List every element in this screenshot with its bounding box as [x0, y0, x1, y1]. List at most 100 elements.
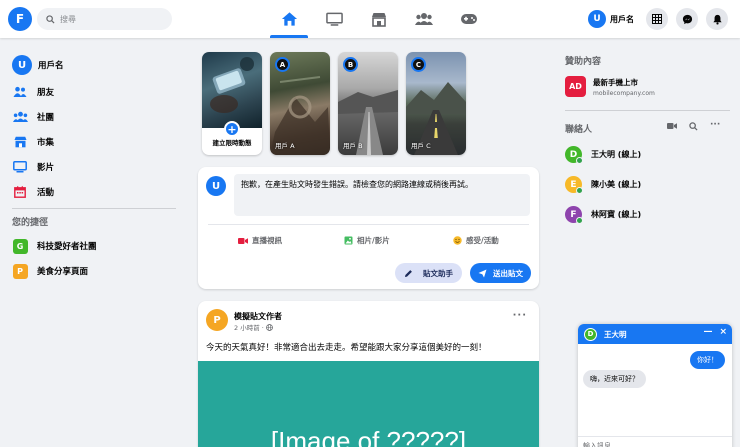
feed-post: P 模擬貼文作者 2 小時前 · ··· 今天的天氣真好！非常適合出去走走。希望… — [198, 301, 539, 447]
story-card[interactable]: A 用戶 A — [270, 52, 330, 155]
nav-watch-tab[interactable] — [312, 0, 356, 38]
avatar: D — [565, 146, 583, 164]
bell-icon — [712, 14, 722, 25]
smiley-icon — [453, 236, 462, 245]
sidebar-profile[interactable]: U 用戶名 — [8, 52, 178, 78]
facebook-logo[interactable]: F — [8, 7, 32, 31]
messenger-icon — [682, 14, 692, 24]
close-icon[interactable]: × — [719, 327, 727, 337]
post-author[interactable]: 模擬貼文作者 — [234, 311, 282, 322]
chat-input-area — [578, 436, 732, 447]
watch-icon — [12, 159, 28, 175]
video-call-icon[interactable] — [667, 122, 677, 132]
sponsored-heading: 贊助內容 — [565, 57, 602, 67]
nav-marketplace-tab[interactable] — [357, 0, 401, 38]
story-user-name: 用戶 A — [275, 142, 295, 150]
shortcut-food-page[interactable]: P 美食分享頁面 — [8, 260, 178, 282]
story-user-name: 用戶 C — [411, 142, 431, 150]
sidebar-profile-name: 用戶名 — [38, 61, 64, 71]
right-divider — [565, 110, 730, 111]
photo-video-label: 相片/影片 — [357, 236, 390, 245]
avatar: F — [565, 206, 583, 224]
sidebar-item-label: 朋友 — [37, 88, 55, 98]
globe-icon — [265, 323, 273, 331]
story-card[interactable]: C 用戶 C — [406, 52, 466, 155]
photo-video-button[interactable]: 相片/影片 — [344, 235, 390, 246]
nav-gaming-tab[interactable] — [447, 0, 491, 38]
nav-home-tab[interactable] — [267, 0, 311, 38]
contact-name: 林阿寶 (線上) — [591, 210, 642, 219]
post-options-button[interactable]: ··· — [513, 310, 527, 321]
post-timestamp[interactable]: 2 小時前 · — [234, 322, 264, 332]
post-assistant-label: 貼文助手 — [423, 268, 453, 278]
watch-icon — [325, 12, 343, 26]
post-image[interactable]: [Image of ?????] — [198, 361, 539, 447]
contacts-options-icon[interactable]: ··· — [710, 120, 720, 130]
send-post-button[interactable]: 送出貼文 — [470, 263, 531, 283]
sidebar-item-watch[interactable]: 影片 — [8, 156, 178, 178]
sidebar-item-groups[interactable]: 社團 — [8, 106, 178, 128]
home-icon — [281, 12, 297, 26]
contact-item[interactable]: E 陳小美 (線上) — [565, 176, 642, 194]
contact-name: 陳小美 (線上) — [591, 180, 642, 189]
chat-header[interactable]: D 王大明 — × — [578, 324, 732, 344]
story-avatar: B — [343, 57, 358, 72]
story-avatar: A — [275, 57, 290, 72]
story-user-name: 用戶 B — [343, 142, 363, 150]
marketplace-icon — [372, 12, 386, 27]
menu-button[interactable] — [646, 8, 668, 30]
live-video-button[interactable]: 直播視訊 — [238, 235, 282, 246]
ad-title: 最新手機上市 — [593, 77, 638, 87]
nav-groups-tab[interactable] — [402, 0, 446, 38]
chat-window: D 王大明 — × 你好！ 嗨，近來可好？ — [578, 324, 732, 447]
search-contacts-icon[interactable] — [689, 122, 698, 133]
live-video-label: 直播視訊 — [252, 236, 282, 245]
chat-input[interactable] — [583, 442, 723, 447]
contact-item[interactable]: F 林阿寶 (線上) — [565, 206, 642, 224]
chat-contact-name: 王大明 — [604, 329, 627, 339]
avatar: U — [206, 176, 226, 196]
avatar[interactable]: P — [206, 309, 228, 331]
search-box[interactable] — [37, 8, 172, 30]
notifications-button[interactable] — [706, 8, 728, 30]
marketplace-icon — [12, 134, 28, 150]
send-icon — [478, 269, 487, 277]
create-story-card[interactable]: + 建立限時動態 — [202, 52, 262, 155]
feeling-activity-label: 感受/活動 — [466, 236, 499, 245]
shortcut-tech-group[interactable]: G 科技愛好者社團 — [8, 235, 178, 257]
sidebar-divider — [12, 208, 176, 209]
avatar: U — [588, 10, 606, 28]
contact-item[interactable]: D 王大明 (線上) — [565, 146, 642, 164]
photo-icon — [344, 236, 353, 245]
sidebar-item-friends[interactable]: 朋友 — [8, 81, 178, 103]
composer-textbox[interactable]: 抱歉，在產生貼文時發生錯誤。請檢查您的網路連線或稍後再試。 — [234, 174, 530, 216]
create-story-photo — [202, 52, 262, 128]
messenger-button[interactable] — [676, 8, 698, 30]
story-card[interactable]: B 用戶 B — [338, 52, 398, 155]
profile-name: 用戶名 — [610, 14, 634, 24]
friends-icon — [12, 84, 28, 100]
sidebar-item-marketplace[interactable]: 市集 — [8, 131, 178, 153]
chat-message-sent: 你好！ — [690, 351, 725, 369]
sidebar-item-label: 影片 — [37, 163, 55, 173]
sidebar-item-label: 活動 — [37, 188, 55, 198]
contacts-heading: 聯絡人 — [565, 125, 593, 135]
image-placeholder-text: [Image of ?????] — [270, 426, 467, 447]
shortcut-page-badge: P — [12, 263, 28, 279]
post-assistant-button[interactable]: 貼文助手 — [395, 263, 462, 283]
left-sidebar: U 用戶名 朋友 社團 市集 影片 活動 您的捷徑 G 科技愛好者社團 P 美食… — [8, 52, 178, 285]
search-input[interactable] — [60, 14, 160, 24]
add-story-plus-icon[interactable]: + — [224, 121, 240, 137]
gaming-icon — [461, 14, 477, 24]
post-composer: U 抱歉，在產生貼文時發生錯誤。請檢查您的網路連線或稍後再試。 直播視訊 相片/… — [198, 167, 539, 289]
minimize-icon[interactable]: — — [703, 327, 712, 337]
video-camera-icon — [238, 237, 248, 245]
contact-name: 王大明 (線上) — [591, 150, 642, 159]
shortcuts-heading: 您的捷徑 — [12, 218, 49, 228]
send-post-label: 送出貼文 — [493, 268, 523, 278]
avatar: U — [12, 55, 32, 75]
feeling-activity-button[interactable]: 感受/活動 — [453, 235, 499, 246]
sponsored-ad[interactable]: AD 最新手機上市 mobilecompany.com — [565, 76, 655, 97]
sidebar-item-events[interactable]: 活動 — [8, 181, 178, 203]
profile-shortcut[interactable]: U 用戶名 — [588, 9, 634, 29]
